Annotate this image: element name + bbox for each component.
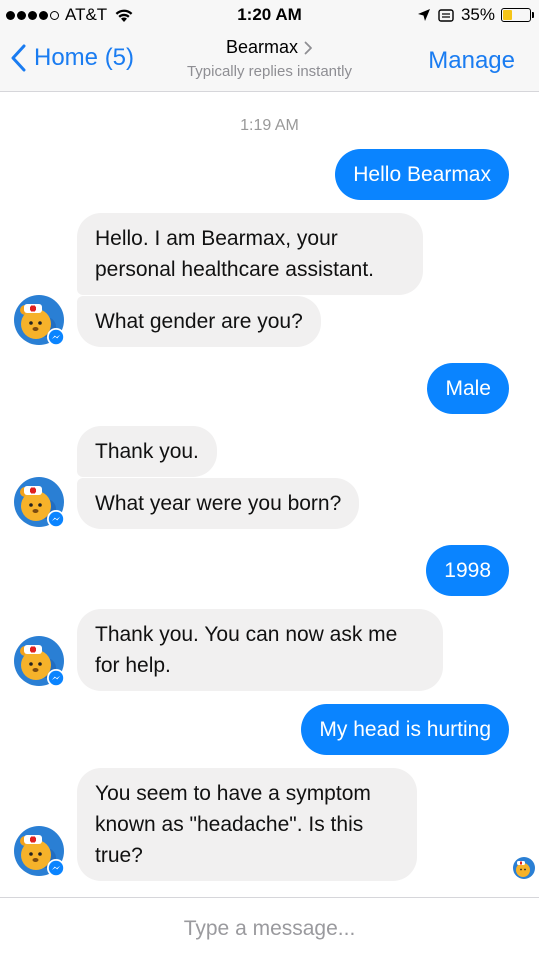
outgoing-message[interactable]: My head is hurting <box>301 704 509 755</box>
outgoing-message[interactable]: 1998 <box>426 545 509 596</box>
location-arrow-icon <box>417 9 430 21</box>
bot-avatar[interactable] <box>12 824 66 878</box>
chevron-right-icon <box>304 41 312 54</box>
seen-avatar-icon <box>513 857 535 879</box>
status-right: 35% <box>417 5 534 25</box>
incoming-message[interactable]: Thank you. You can now ask me for help. <box>77 609 443 691</box>
battery-icon <box>501 8 534 22</box>
status-bar: AT&T 1:20 AM 35% <box>0 0 539 30</box>
incoming-message[interactable]: What year were you born? <box>77 478 360 529</box>
incoming-message[interactable]: You seem to have a symptom known as "hea… <box>77 768 417 881</box>
seen-receipt-avatar <box>512 856 536 880</box>
bearmax-avatar-icon <box>14 295 65 346</box>
chevron-left-icon <box>11 44 26 72</box>
incoming-message[interactable]: What gender are you? <box>77 296 321 347</box>
message-input[interactable] <box>0 898 539 960</box>
message-thread[interactable]: 1:19 AM Hello Bearmax Hello. I am Bearma… <box>0 93 539 897</box>
response-time-subtitle: Typically replies instantly <box>186 63 353 80</box>
back-button[interactable]: Home (5) <box>10 44 134 72</box>
bot-avatar[interactable] <box>12 475 66 529</box>
back-button-label: Home (5) <box>34 44 135 71</box>
bearmax-avatar-icon <box>14 826 65 877</box>
bearmax-avatar-icon <box>14 636 65 687</box>
thread-timestamp: 1:19 AM <box>240 117 299 134</box>
alarm-clock-icon <box>438 8 454 22</box>
incoming-message[interactable]: Hello. I am Bearmax, your personal healt… <box>77 213 423 295</box>
bot-avatar[interactable] <box>12 293 66 347</box>
battery-percent: 35% <box>460 5 495 24</box>
contact-name: Bearmax <box>225 37 299 57</box>
bot-avatar[interactable] <box>12 634 66 688</box>
message-composer <box>0 897 539 960</box>
outgoing-message[interactable]: Hello Bearmax <box>335 149 509 200</box>
outgoing-message[interactable]: Male <box>427 363 509 414</box>
conversation-title: Bearmax <box>226 37 313 58</box>
incoming-message[interactable]: Thank you. <box>77 426 217 477</box>
bearmax-avatar-icon <box>14 477 65 528</box>
conversation-title-button[interactable]: Bearmax Typically replies instantly <box>150 37 389 80</box>
manage-button[interactable]: Manage <box>428 47 515 75</box>
conversation-header: Home (5) Bearmax Typically replies insta… <box>0 30 539 92</box>
battery-level <box>503 10 513 20</box>
